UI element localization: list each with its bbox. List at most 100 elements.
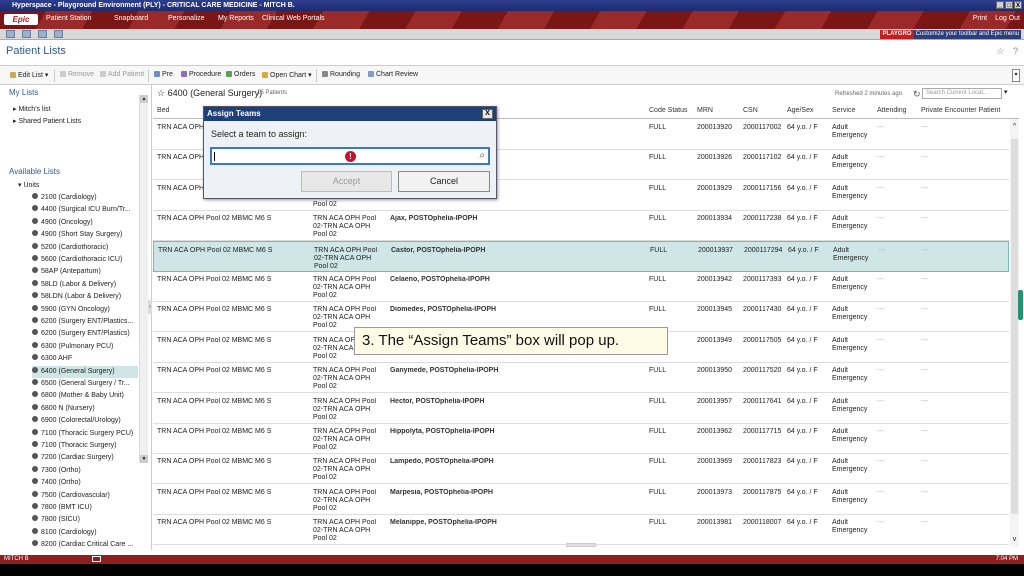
chart-review-button[interactable]: Chart Review [368,71,418,78]
sidebar-item-unit[interactable]: 4400 (Surgical ICU Burn/Tr... [32,204,138,216]
favorite-star-icon[interactable]: ☆ [996,46,1004,56]
scroll-up-icon[interactable]: ▲ [140,95,148,103]
sidebar-item-unit[interactable]: 7500 (Cardiovascular) [32,490,138,502]
column-header-age-sex[interactable]: Age/Sex [787,107,813,114]
sidebar-item-shared-lists[interactable]: ▸ Shared Patient Lists [13,117,81,125]
sidebar-item-unit[interactable]: 7100 (Thoracic Surgery) [32,440,138,452]
close-window-button[interactable]: X [1014,1,1022,9]
table-row[interactable]: TRN ACA OPH Pool 02 MBMC M6 S TRN ACA OPH… [153,362,1009,394]
scroll-thumb[interactable] [1011,139,1018,514]
help-icon[interactable]: ? [1013,46,1018,56]
refresh-icon[interactable]: ↻ [913,89,921,100]
table-row[interactable]: TRN ACA OPH Pool 02 MBMC M6 S TRN ACA OPH… [153,514,1009,546]
patient-station-button[interactable]: Patient Station [46,15,92,22]
message-icon[interactable] [92,556,101,562]
cell-age-sex: 64 y.o. / F [788,246,819,254]
scroll-up-icon[interactable]: ^ [1010,123,1019,130]
scroll-down-icon[interactable]: v [1010,536,1019,543]
sidebar-item-unit[interactable]: 8200 (Cardiac Critical Care ... [32,539,138,550]
table-row[interactable]: TRN ACA OPH Pool 02 MBMC M6 S TRN ACA OPH… [153,393,1009,424]
log-out-button[interactable]: Log Out [995,15,1020,22]
panel-splitter[interactable]: ‹ [148,300,152,314]
search-icon[interactable]: ⌕ [479,150,485,161]
sidebar-item-mitchs-list[interactable]: ▸ Mitch's list [13,105,51,113]
epic-logo-button[interactable]: Epic [4,14,38,25]
table-scrollbar[interactable]: ^ v [1010,119,1019,547]
sidebar-item-unit[interactable]: 7100 (Thoracic Surgery PCU) [32,428,138,440]
table-row[interactable]: TRN ACA OPH Pool 02 MBMC M6 S TRN ACA OPH… [153,210,1009,242]
clinical-web-portals-button[interactable]: Clinical Web Portals [262,15,325,22]
my-reports-button[interactable]: My Reports [218,15,254,22]
table-row[interactable]: TRN ACA OPH Pool 02 MBMC M6 S TRN ACA OPH… [153,271,1009,302]
sidebar-item-unit[interactable]: 4900 (Short Stay Surgery) [32,229,138,241]
dialog-close-button[interactable]: X [482,109,493,119]
toolstrip-icon[interactable] [22,30,31,38]
text-cursor [214,152,215,161]
column-header-private-encounter[interactable]: Private Encounter Patient [921,107,1000,114]
toolstrip-icon[interactable] [54,30,63,38]
sidebar-item-units[interactable]: ▾ Units [18,181,39,189]
toolstrip-icon[interactable] [38,30,47,38]
procedure-button[interactable]: Procedure [181,71,221,78]
open-chart-button[interactable]: Open Chart ▾ [262,71,312,79]
search-input[interactable]: Search Current Locat... [922,88,1002,99]
table-row[interactable]: TRN ACA OPH Pool 02 MBMC M6 S TRN ACA OPH… [153,453,1009,485]
toolstrip-icon[interactable] [6,30,15,38]
sidebar-item-unit[interactable]: 2100 (Cardiology) [32,192,138,204]
minimize-button[interactable]: _ [996,1,1004,9]
customize-toolbar-link[interactable]: Customize your toolbar and Epic menu [913,30,1021,39]
sidebar-item-unit[interactable]: 6300 AHF [32,353,138,365]
column-header-bed[interactable]: Bed [157,107,169,114]
team-search-input[interactable]: ! ⌕ [210,147,490,165]
sidebar-item-unit[interactable]: 6200 (Surgery ENT/Plastics... [32,316,138,328]
personalize-button[interactable]: Personalize [168,15,205,22]
sidebar-item-unit[interactable]: 7800 (SICU) [32,514,138,526]
sidebar-item-unit[interactable]: 6800 N (Nursery) [32,403,138,415]
orders-button[interactable]: Orders [226,71,255,78]
toolbar-overflow-button[interactable]: ▾ [1012,69,1020,82]
sidebar-item-unit[interactable]: 5600 (Cardiothoracic ICU) [32,254,138,266]
sidebar-item-unit[interactable]: 6300 (Pulmonary PCU) [32,341,138,353]
snapboard-button[interactable]: Snapboard [114,15,148,22]
print-button[interactable]: Print [973,15,987,22]
sidebar-item-unit[interactable]: 6900 (Colorectal/Urology) [32,415,138,427]
sidebar-item-unit[interactable]: 4900 (Oncology) [32,217,138,229]
accept-button[interactable]: Accept [301,171,392,192]
sidebar-item-unit[interactable]: 5900 (GYN Oncology) [32,304,138,316]
sidebar-item-unit[interactable]: 6200 (Surgery ENT/Plastics) [32,328,138,340]
column-header-attending[interactable]: Attending [877,107,907,114]
sidebar-item-unit[interactable]: 58AP (Antepartum) [32,266,138,278]
sidebar-item-unit[interactable]: 6500 (General Surgery / Tr... [32,378,138,390]
sidebar-item-unit[interactable]: 5200 (Cardiothoracic) [32,242,138,254]
column-header-service[interactable]: Service [832,107,855,114]
maximize-button[interactable]: □ [1005,1,1013,9]
edit-list-button[interactable]: Edit List ▾ [10,71,48,79]
sidebar-item-unit[interactable]: 6400 (General Surgery) [32,365,138,378]
sidebar-item-unit[interactable]: 58LD (Labor & Delivery) [32,279,138,291]
pre-button[interactable]: Pre [154,71,173,78]
sidebar-item-unit[interactable]: 7200 (Cardiac Surgery) [32,452,138,464]
side-panel-tab[interactable] [1018,290,1023,320]
resize-grip[interactable] [566,543,596,547]
add-patient-button[interactable]: Add Patient [100,71,144,78]
table-row[interactable]: TRN ACA OPH Pool 02 MBMC M6 S TRN ACA OPH… [153,484,1009,515]
sidebar-item-unit[interactable]: 58LDN (Labor & Delivery) [32,291,138,303]
sidebar-item-unit[interactable]: 7300 (Ortho) [32,465,138,477]
sidebar-item-unit[interactable]: 8100 (Cardiology) [32,527,138,539]
column-header-mrn[interactable]: MRN [697,107,713,114]
scroll-down-icon[interactable]: ▼ [140,455,148,463]
column-header-code-status[interactable]: Code Status [649,107,688,114]
sidebar-item-unit[interactable]: 7400 (Ortho) [32,477,138,489]
cancel-button[interactable]: Cancel [398,171,490,192]
remove-button[interactable]: Remove [60,71,94,78]
search-dropdown-icon[interactable]: ▾ [1004,88,1008,96]
sidebar-item-unit[interactable]: 7800 (BMT ICU) [32,502,138,514]
sidebar-item-unit[interactable]: 6800 (Mother & Baby Unit) [32,390,138,402]
sidebar-scrollbar[interactable]: ▲ ▼ [139,95,148,463]
rounding-button[interactable]: Rounding [322,71,360,78]
table-row[interactable]: TRN ACA OPH Pool 02 MBMC M6 S TRN ACA OPH… [153,240,1009,272]
cell-csn: 2000117430 [743,306,782,314]
column-header-csn[interactable]: CSN [743,107,758,114]
cell-attending: --- [877,336,884,344]
table-row[interactable]: TRN ACA OPH Pool 02 MBMC M6 S TRN ACA OPH… [153,423,1009,454]
